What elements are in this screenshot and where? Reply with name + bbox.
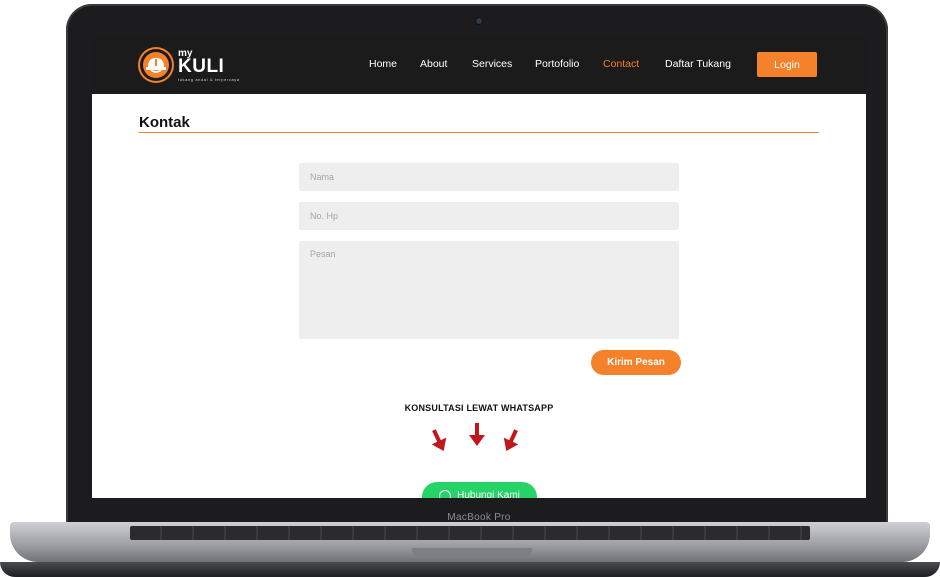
page-title: Kontak xyxy=(139,114,190,131)
camera-icon xyxy=(476,18,482,24)
nav-daftar-tukang[interactable]: Daftar Tukang xyxy=(665,58,731,70)
nav-contact[interactable]: Contact xyxy=(603,58,639,70)
send-message-button[interactable]: Kirim Pesan xyxy=(591,350,681,375)
keyboard xyxy=(130,526,810,540)
helmet-logo-icon xyxy=(140,49,172,81)
whatsapp-button-label: Hubungi Kami xyxy=(457,490,520,498)
site-logo[interactable]: my KULI tukang andal & terpercaya xyxy=(140,48,240,83)
whatsapp-button[interactable]: Hubungi Kami xyxy=(422,482,537,498)
login-button[interactable]: Login xyxy=(757,52,817,77)
nav-home[interactable]: Home xyxy=(369,58,397,70)
nav-portofolio[interactable]: Portofolio xyxy=(535,58,579,70)
whatsapp-heading: KONSULTASI LEWAT WHATSAPP xyxy=(404,403,554,413)
lid-notch xyxy=(412,548,532,558)
message-field[interactable] xyxy=(299,241,679,339)
arrow-group xyxy=(428,422,528,458)
arrow-down-right-icon xyxy=(503,429,519,451)
whatsapp-icon xyxy=(439,490,452,498)
name-field[interactable] xyxy=(299,163,679,191)
title-divider xyxy=(139,132,819,133)
logo-wordmark: KULI xyxy=(178,56,225,77)
phone-field[interactable] xyxy=(299,202,679,230)
arrow-down-left-icon xyxy=(431,429,447,451)
arrow-down-icon xyxy=(469,423,485,446)
logo-tagline: tukang andal & terpercaya xyxy=(178,77,240,82)
laptop-base-edge xyxy=(0,562,940,577)
nav-services[interactable]: Services xyxy=(472,58,512,70)
site-navbar: my KULI tukang andal & terpercaya Home A… xyxy=(92,36,866,94)
browser-viewport: my KULI tukang andal & terpercaya Home A… xyxy=(92,36,866,498)
nav-about[interactable]: About xyxy=(420,58,447,70)
